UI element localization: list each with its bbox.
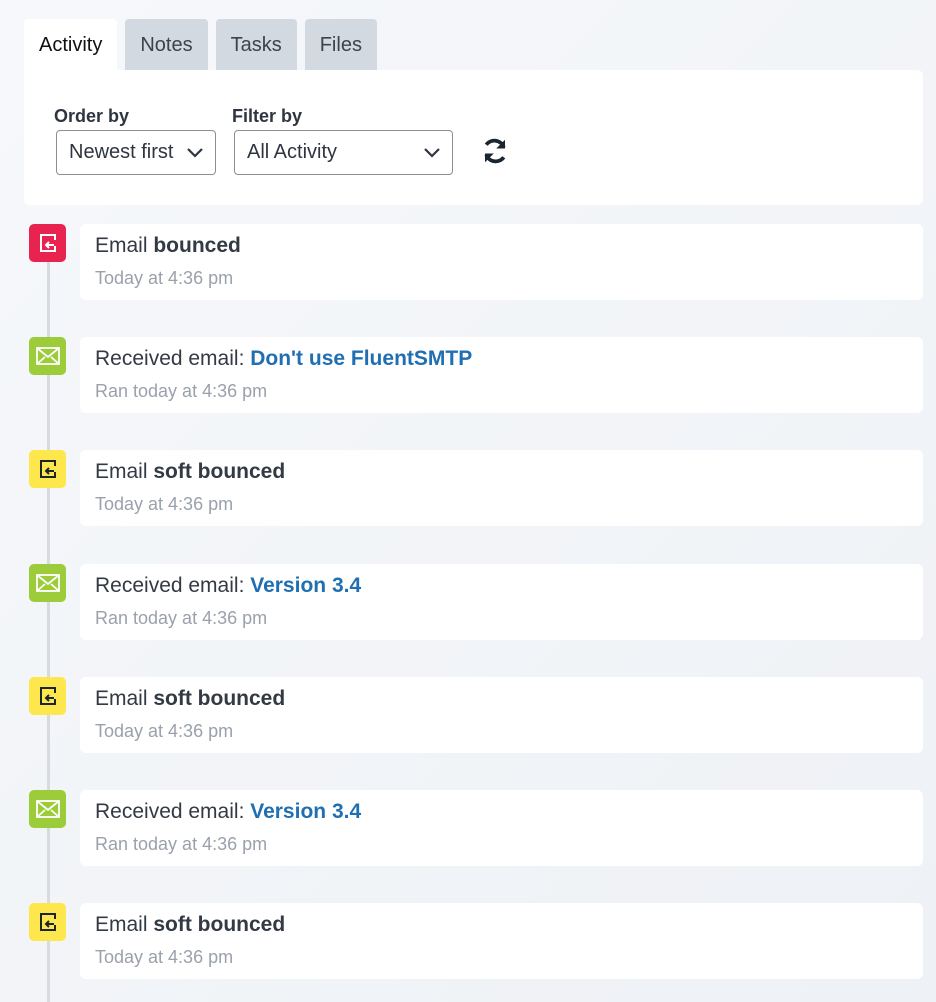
tab-activity[interactable]: Activity <box>24 19 118 71</box>
filter-by-label: Filter by <box>232 106 303 126</box>
refresh-icon[interactable] <box>480 136 510 166</box>
activity-time: Today at 4:36 pm <box>95 268 234 288</box>
title-prefix: Received email: <box>95 347 251 371</box>
activity-title: Email soft bounced <box>95 460 908 484</box>
chevron-down-icon <box>187 147 203 158</box>
activity-item: Received email: Don't use FluentSMTP Ran… <box>0 337 936 414</box>
email-subject-link[interactable]: Version 3.4 <box>250 574 361 597</box>
tab-bar: Activity Notes Tasks Files <box>24 19 377 71</box>
activity-card: Received email: Don't use FluentSMTP Ran… <box>80 337 923 414</box>
activity-time: Today at 4:36 pm <box>95 720 234 741</box>
activity-time: Ran today at 4:36 pm <box>95 381 268 402</box>
title-prefix: Email <box>95 913 154 937</box>
title-prefix: Received email: <box>95 573 251 597</box>
activity-title: Email bounced <box>95 234 908 258</box>
order-by-label: Order by <box>54 106 130 126</box>
envelope-icon <box>29 790 66 828</box>
activity-title: Email soft bounced <box>95 687 908 711</box>
title-prefix: Email <box>95 460 154 484</box>
title-status: soft bounced <box>153 913 286 937</box>
filter-by-select[interactable]: All Activity <box>234 130 453 175</box>
activity-card: Received email: Version 3.4 Ran today at… <box>80 790 923 866</box>
activity-title: Received email: Don't use FluentSMTP <box>95 347 908 371</box>
activity-card: Email soft bounced Today at 4:36 pm <box>80 676 923 753</box>
activity-item: Email bounced Today at 4:36 pm <box>0 224 936 300</box>
activity-item: Received email: Version 3.4 Ran today at… <box>0 790 936 866</box>
activity-title: Received email: Version 3.4 <box>95 574 908 598</box>
envelope-icon <box>29 563 66 602</box>
bounce-icon <box>29 903 66 942</box>
tab-tasks[interactable]: Tasks <box>215 19 297 71</box>
activity-item: Received email: Version 3.4 Ran today at… <box>0 563 936 640</box>
bounce-icon <box>29 450 66 489</box>
activity-card: Received email: Version 3.4 Ran today at… <box>80 563 923 640</box>
bounce-icon <box>29 676 66 715</box>
filter-panel: Order by Newest first Filter by All Acti… <box>24 70 923 205</box>
title-prefix: Email <box>95 234 154 257</box>
email-subject-link[interactable]: Don't use FluentSMTP <box>250 347 472 370</box>
activity-title: Received email: Version 3.4 <box>95 800 908 824</box>
activity-item: Email soft bounced Today at 4:36 pm <box>0 903 936 980</box>
activity-card: Email soft bounced Today at 4:36 pm <box>80 450 923 527</box>
tab-files[interactable]: Files <box>304 19 377 71</box>
title-prefix: Email <box>95 686 154 710</box>
chevron-down-icon <box>424 147 440 158</box>
activity-title: Email soft bounced <box>95 913 908 937</box>
activity-card: Email soft bounced Today at 4:36 pm <box>80 903 923 980</box>
order-by-select[interactable]: Newest first <box>56 130 216 175</box>
title-status: bounced <box>153 234 241 257</box>
title-status: soft bounced <box>153 686 286 710</box>
activity-card: Email bounced Today at 4:36 pm <box>80 224 923 300</box>
filter-by-value: All Activity <box>247 141 338 163</box>
title-status: soft bounced <box>153 460 286 484</box>
tab-notes[interactable]: Notes <box>125 19 208 71</box>
bounce-icon <box>29 224 66 262</box>
title-prefix: Received email: <box>95 800 251 823</box>
email-subject-link[interactable]: Version 3.4 <box>250 800 361 823</box>
order-by-value: Newest first <box>69 141 174 163</box>
activity-time: Ran today at 4:36 pm <box>95 834 268 854</box>
activity-time: Today at 4:36 pm <box>95 494 234 515</box>
activity-time: Today at 4:36 pm <box>95 947 234 968</box>
activity-item: Email soft bounced Today at 4:36 pm <box>0 676 936 753</box>
envelope-icon <box>29 337 66 376</box>
activity-item: Email soft bounced Today at 4:36 pm <box>0 450 936 527</box>
activity-time: Ran today at 4:36 pm <box>95 607 268 628</box>
